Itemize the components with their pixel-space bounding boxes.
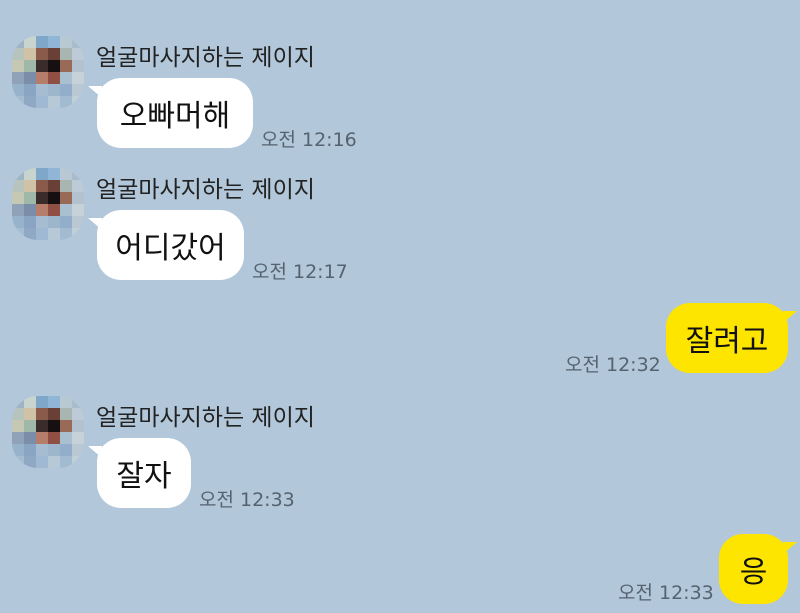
message-timestamp: 오전 12:17	[252, 261, 348, 283]
message-bubble[interactable]: 오빠머해	[88, 78, 253, 148]
message-timestamp: 오전 12:32	[565, 354, 661, 376]
chat-message-list[interactable]: 얼굴마사지하는 제이지 오빠머해 오전 12:16 얼굴마사지하는 제이지 어디…	[0, 0, 800, 613]
message-bubble[interactable]: 응	[719, 534, 797, 604]
message-text: 응	[739, 555, 768, 590]
message-text: 어디갔어	[115, 231, 226, 266]
message-text: 오빠머해	[119, 99, 231, 134]
bubble-tail	[88, 86, 102, 98]
sender-name: 얼굴마사지하는 제이지	[96, 177, 315, 203]
message-bubble[interactable]: 잘려고	[666, 303, 797, 373]
bubble-tail	[783, 542, 797, 554]
avatar[interactable]	[12, 168, 84, 240]
avatar[interactable]	[12, 36, 84, 108]
bubble-tail	[88, 218, 102, 230]
bubble-tail	[88, 446, 102, 458]
message-timestamp: 오전 12:16	[261, 129, 357, 151]
sender-name: 얼굴마사지하는 제이지	[96, 45, 315, 71]
message-text: 잘려고	[685, 324, 769, 359]
message-bubble[interactable]: 잘자	[88, 438, 191, 508]
bubble-tail	[783, 311, 797, 323]
avatar[interactable]	[12, 396, 84, 468]
message-text: 잘자	[116, 459, 172, 494]
sender-name: 얼굴마사지하는 제이지	[96, 405, 315, 431]
message-timestamp: 오전 12:33	[618, 582, 714, 604]
message-timestamp: 오전 12:33	[199, 489, 295, 511]
message-bubble[interactable]: 어디갔어	[88, 210, 244, 280]
